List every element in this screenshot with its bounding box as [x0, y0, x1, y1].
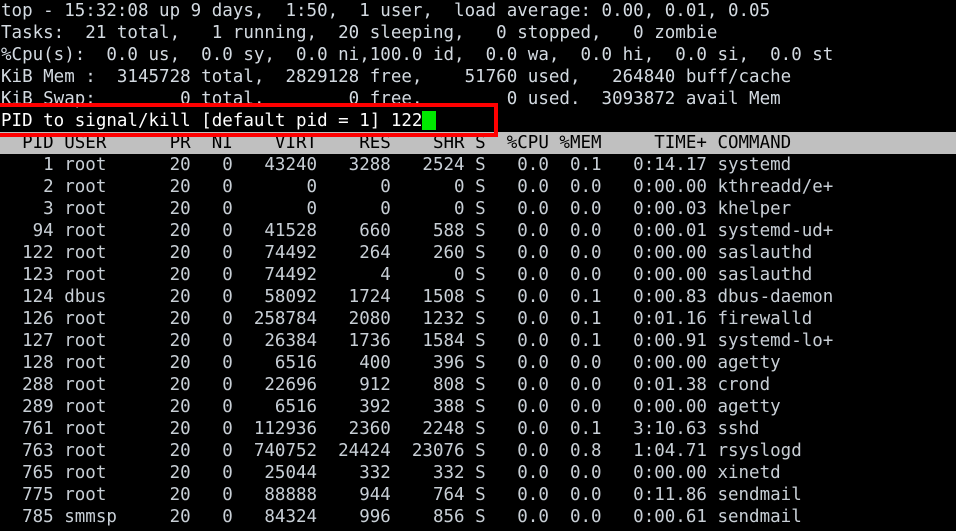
kill-pid-prompt-label: PID to signal/kill [default pid = 1]: [1, 111, 391, 131]
kill-pid-prompt-line[interactable]: PID to signal/kill [default pid = 1] 122: [0, 110, 956, 132]
process-row[interactable]: 127 root 20 0 26384 1736 1584 S 0.0 0.1 …: [0, 330, 956, 352]
process-row[interactable]: 124 dbus 20 0 58092 1724 1508 S 0.0 0.1 …: [0, 286, 956, 308]
terminal-screen[interactable]: top - 15:32:08 up 9 days, 1:50, 1 user, …: [0, 0, 956, 531]
process-row[interactable]: 128 root 20 0 6516 400 396 S 0.0 0.0 0:0…: [0, 352, 956, 374]
process-row[interactable]: 785 smmsp 20 0 84324 996 856 S 0.0 0.0 0…: [0, 506, 956, 528]
process-row[interactable]: 289 root 20 0 6516 392 388 S 0.0 0.0 0:0…: [0, 396, 956, 418]
top-cpu-line: %Cpu(s): 0.0 us, 0.0 sy, 0.0 ni,100.0 id…: [1, 45, 834, 65]
top-memory-line: KiB Mem : 3145728 total, 2829128 free, 5…: [1, 67, 792, 87]
process-row[interactable]: 94 root 20 0 41528 660 588 S 0.0 0.0 0:0…: [0, 220, 956, 242]
kill-pid-input-value[interactable]: 122: [391, 111, 423, 131]
top-swap-line: KiB Swap: 0 total, 0 free, 0 used. 30938…: [1, 89, 781, 109]
process-row[interactable]: 2 root 20 0 0 0 0 S 0.0 0.0 0:00.00 kthr…: [0, 176, 956, 198]
process-row[interactable]: 763 root 20 0 740752 24424 23076 S 0.0 0…: [0, 440, 956, 462]
process-table-body: 1 root 20 0 43240 3288 2524 S 0.0 0.1 0:…: [0, 154, 956, 528]
process-table-header: PID USER PR NI VIRT RES SHR S %CPU %MEM …: [0, 132, 956, 154]
top-tasks-line: Tasks: 21 total, 1 running, 20 sleeping,…: [1, 23, 718, 43]
terminal-output: top - 15:32:08 up 9 days, 1:50, 1 user, …: [0, 0, 956, 528]
process-row[interactable]: 122 root 20 0 74492 264 260 S 0.0 0.0 0:…: [0, 242, 956, 264]
top-uptime-line: top - 15:32:08 up 9 days, 1:50, 1 user, …: [1, 1, 771, 21]
process-row[interactable]: 765 root 20 0 25044 332 332 S 0.0 0.0 0:…: [0, 462, 956, 484]
process-row[interactable]: 3 root 20 0 0 0 0 S 0.0 0.0 0:00.03 khel…: [0, 198, 956, 220]
process-row[interactable]: 126 root 20 0 258784 2080 1232 S 0.0 0.1…: [0, 308, 956, 330]
process-row[interactable]: 775 root 20 0 88888 944 764 S 0.0 0.0 0:…: [0, 484, 956, 506]
process-row[interactable]: 123 root 20 0 74492 4 0 S 0.0 0.0 0:00.0…: [0, 264, 956, 286]
text-cursor: [422, 111, 437, 130]
process-row[interactable]: 761 root 20 0 112936 2360 2248 S 0.0 0.1…: [0, 418, 956, 440]
process-row[interactable]: 1 root 20 0 43240 3288 2524 S 0.0 0.1 0:…: [0, 154, 956, 176]
process-row[interactable]: 288 root 20 0 22696 912 808 S 0.0 0.0 0:…: [0, 374, 956, 396]
